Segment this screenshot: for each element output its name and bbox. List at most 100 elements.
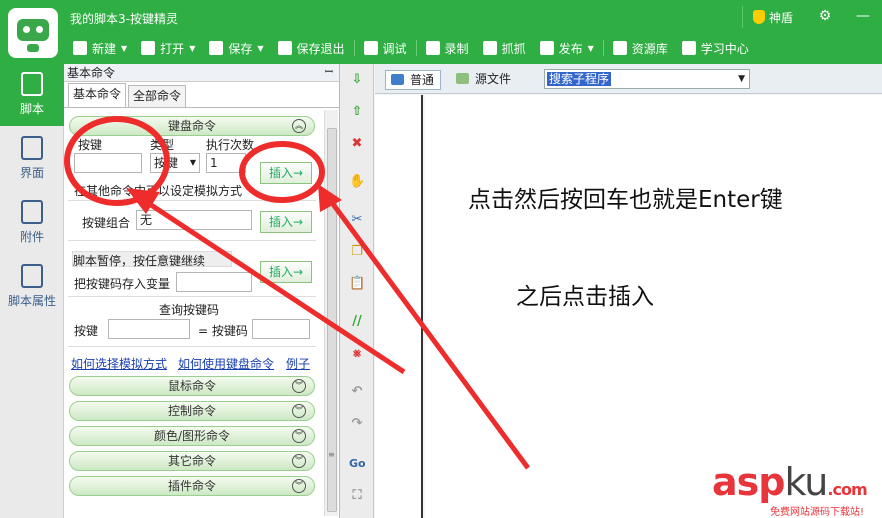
section-header-4[interactable]: 插件命令 ︾: [69, 476, 315, 496]
query-key-input[interactable]: [108, 319, 190, 339]
link-simulation-mode[interactable]: 如何选择模拟方式: [71, 355, 167, 372]
normal-view-icon: [391, 74, 404, 85]
toolbar-button-6[interactable]: 抓抓: [476, 36, 533, 60]
insert-key-button[interactable]: 插入→: [260, 162, 312, 184]
info-icon: [21, 264, 43, 288]
rail-item-label: 脚本: [19, 102, 44, 116]
shield-button[interactable]: 神盾: [742, 6, 806, 28]
move-down-icon[interactable]: ⇩: [349, 72, 365, 88]
key-combo-input[interactable]: 无: [136, 210, 252, 230]
delete-icon[interactable]: ✖: [349, 136, 365, 152]
chevron-down-icon: ▼: [189, 158, 196, 167]
comment-icon[interactable]: //: [349, 314, 365, 330]
chevron-down-icon: ▼: [189, 43, 196, 53]
grab-icon: [482, 41, 497, 55]
find-icon[interactable]: ⛶: [349, 488, 365, 504]
section-header-3[interactable]: 其它命令 ︾: [69, 451, 315, 471]
section-header-1[interactable]: 控制命令 ︾: [69, 401, 315, 421]
uncomment-icon[interactable]: ⨳: [349, 346, 365, 362]
toolbar-button-label: 资源库: [631, 41, 668, 56]
count-input[interactable]: 1: [206, 153, 246, 173]
robot-face-icon: [17, 19, 49, 41]
watermark-logo: aspku.com: [712, 460, 868, 504]
toolbar-button-2[interactable]: 保存 ▼: [202, 36, 270, 60]
rail-item-label: 附件: [19, 230, 44, 244]
keyboard-section-header[interactable]: 键盘命令 ︽: [69, 116, 315, 136]
rail-item-0[interactable]: 脚本: [0, 64, 64, 126]
paste-icon[interactable]: 📋: [349, 276, 365, 292]
toolbar-button-label: 打开: [160, 41, 185, 56]
pin-icon[interactable]: ꟷ: [325, 64, 333, 82]
app-logo: [8, 8, 58, 58]
undo-icon[interactable]: ↶: [349, 384, 365, 400]
toolbar-button-3[interactable]: 保存退出: [271, 36, 352, 60]
learn-icon: [681, 41, 696, 55]
insert-pause-button[interactable]: 插入→: [260, 261, 312, 283]
toolbar-button-0[interactable]: 新建 ▼: [66, 36, 134, 60]
toolbar-button-label: 调试: [382, 41, 407, 56]
main-toolbar: 新建 ▼ 打开 ▼ 保存 ▼ 保存退出 调试 录制 抓抓 发布 ▼ 资源库 学习中心: [66, 36, 756, 60]
move-up-icon[interactable]: ⇧: [349, 104, 365, 120]
type-column-label: 类型: [150, 138, 175, 152]
save-icon: [209, 41, 224, 55]
cut-icon[interactable]: ✂: [349, 212, 365, 228]
toolbar-button-label: 录制: [444, 41, 469, 56]
redo-icon[interactable]: ↷: [349, 416, 365, 432]
expand-chevron-icon: ︾: [292, 379, 306, 393]
divider: [68, 296, 316, 297]
pause-option[interactable]: 脚本暂停，按任意键继续: [72, 251, 232, 268]
simulation-hint: 在其他命令中可以设定模拟方式: [74, 184, 243, 198]
divider: [68, 346, 316, 347]
toolbar-button-1[interactable]: 打开 ▼: [134, 36, 202, 60]
goto-icon[interactable]: Go: [349, 456, 366, 472]
save-keycode-input[interactable]: [176, 272, 252, 292]
hand-icon[interactable]: ✋: [349, 174, 365, 190]
toolbar-button-8[interactable]: 资源库: [606, 36, 675, 60]
tab-basic-commands[interactable]: 基本命令: [68, 83, 127, 107]
tab-normal-view[interactable]: 普通: [385, 70, 442, 90]
tab-source-label: 源文件: [475, 72, 512, 86]
section-header-0[interactable]: 鼠标命令 ︾: [69, 376, 315, 396]
minimize-button[interactable]: —: [844, 0, 882, 32]
expand-chevron-icon: ︾: [292, 454, 306, 468]
watermark-subtitle: 免费网站源码下载站!: [770, 507, 865, 518]
query-keycode-title: 查询按键码: [159, 303, 220, 317]
toolbar-separator: [415, 40, 417, 56]
expand-chevron-icon: ︾: [292, 479, 306, 493]
toolbar-button-4[interactable]: 调试: [357, 36, 414, 60]
type-select[interactable]: 按键 ▼: [150, 153, 200, 173]
rail-item-1[interactable]: 界面: [0, 128, 64, 190]
grip-icon: ≡: [328, 450, 335, 459]
plus-icon: [73, 41, 87, 55]
insert-combo-button[interactable]: 插入→: [260, 211, 312, 233]
keyboard-section-title: 键盘命令: [167, 119, 216, 133]
link-keyboard-usage[interactable]: 如何使用键盘命令: [178, 355, 274, 372]
toolbar-button-5[interactable]: 录制: [419, 36, 476, 60]
panel-scrollbar[interactable]: ≡: [324, 110, 338, 516]
save-exit-icon: [277, 41, 292, 55]
shield-icon: [753, 10, 765, 24]
key-input[interactable]: [74, 153, 142, 173]
robot-eye-icon: [23, 26, 30, 33]
subroutine-search-select[interactable]: 搜索子程序 ▼: [544, 69, 750, 89]
copy-icon[interactable]: ❐: [349, 244, 365, 260]
window-controls: ⚙ —: [806, 0, 882, 32]
toolbar-button-9[interactable]: 学习中心: [675, 36, 756, 60]
command-panel: 基本命令 ꟷ 基本命令 全部命令 键盘命令 ︽ 按键 类型 执行次数 按键 ▼ …: [64, 64, 340, 518]
link-example[interactable]: 例子: [286, 355, 310, 372]
source-file-icon: [456, 73, 469, 84]
toolbar-separator: [602, 40, 604, 56]
tab-all-commands[interactable]: 全部命令: [128, 85, 187, 107]
editor-icon-strip: ⇩ ⇧ ✖ ✋ ✂ ❐ 📋 // ⨳ ↶ ↷ Go ⛶: [340, 64, 374, 518]
section-header-2[interactable]: 颜色/图形命令 ︾: [69, 426, 315, 446]
section-title: 其它命令: [167, 454, 216, 468]
toolbar-button-7[interactable]: 发布 ▼: [533, 36, 601, 60]
rail-item-2[interactable]: 附件: [0, 192, 64, 254]
settings-button[interactable]: ⚙: [806, 0, 844, 32]
query-code-input[interactable]: [252, 319, 310, 339]
expand-chevron-icon: ︾: [292, 429, 306, 443]
watermark-domain: .com: [827, 480, 867, 499]
annotation-note-insert: 之后点击插入: [516, 284, 654, 310]
tab-source-view[interactable]: 源文件: [451, 70, 511, 90]
rail-item-3[interactable]: 脚本属性: [0, 256, 64, 318]
